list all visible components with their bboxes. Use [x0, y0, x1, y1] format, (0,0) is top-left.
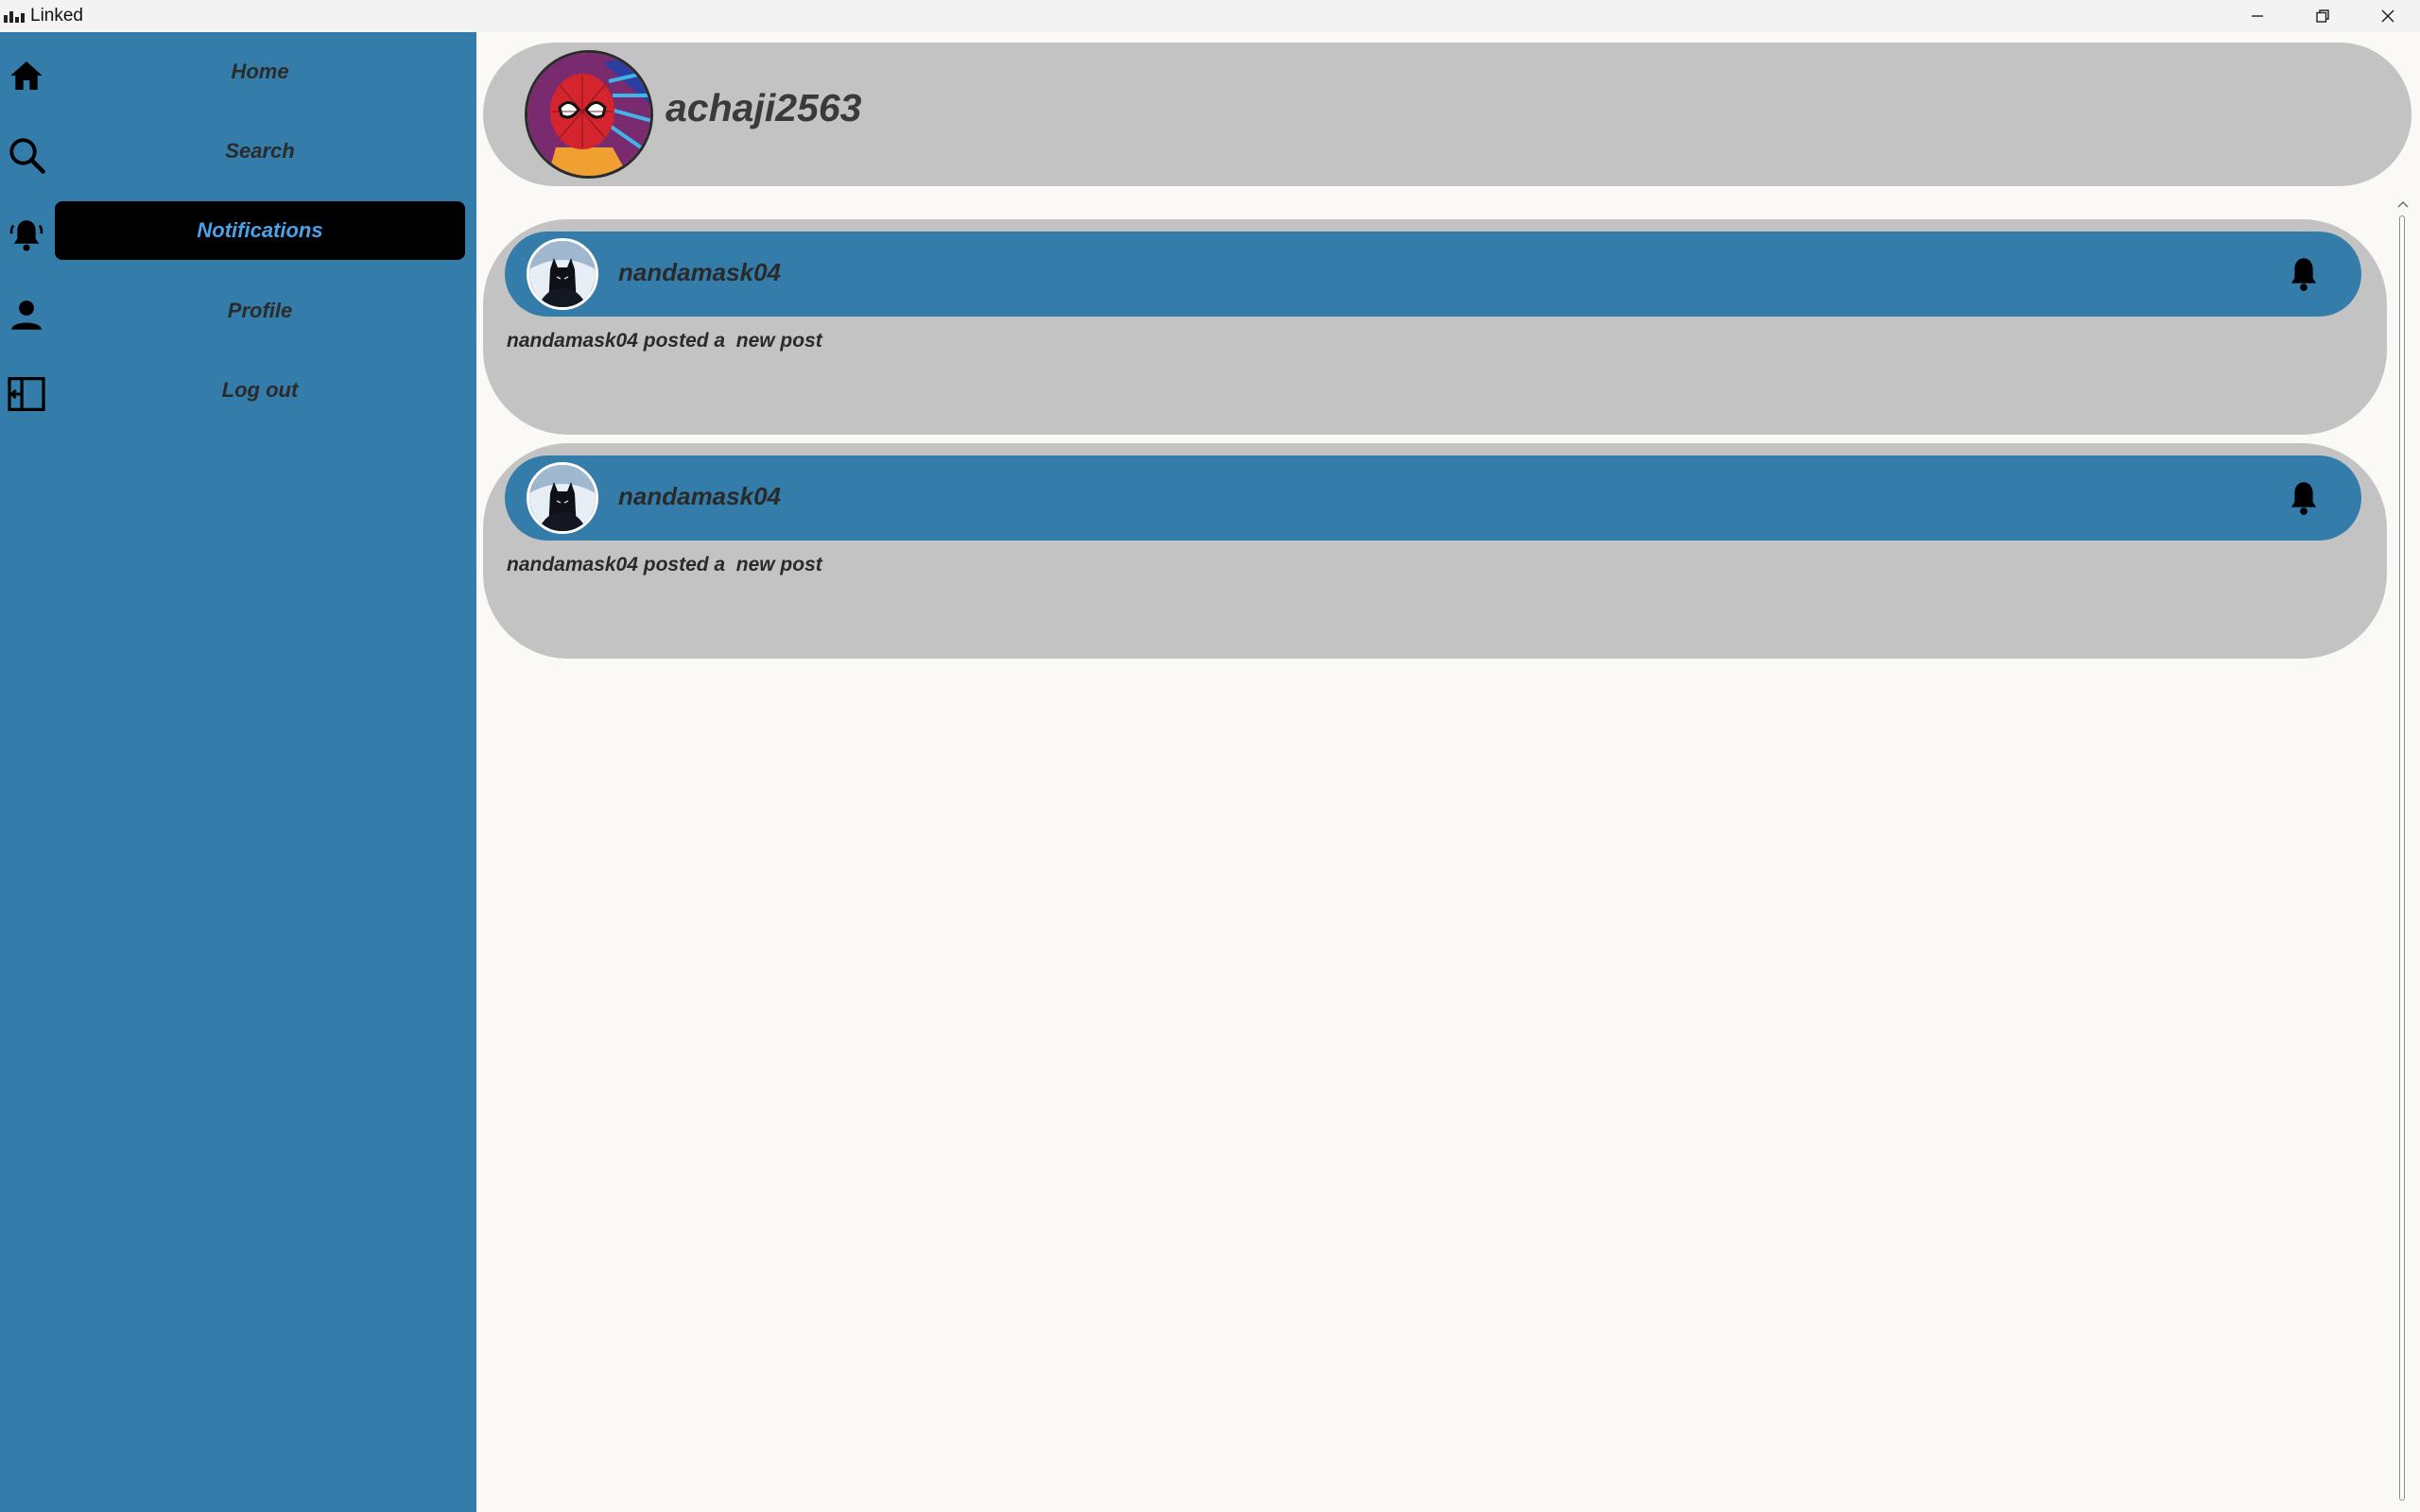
- notification-message: nandamask04 posted a new post: [507, 554, 822, 576]
- app-logo-icon: [4, 9, 25, 23]
- page-title-username: achaji2563: [666, 86, 862, 129]
- sidebar-item-notifications[interactable]: Notifications: [0, 201, 476, 262]
- sidebar-item-label: Home: [231, 60, 289, 83]
- batman-avatar-icon: [529, 465, 596, 531]
- notification-header: nandamask04: [505, 232, 2361, 317]
- sidebar-item-search[interactable]: Search: [0, 121, 476, 181]
- sidebar-item-profile[interactable]: Profile: [0, 281, 476, 341]
- notification-card[interactable]: nandamask04 nandamask04 posted a new pos…: [483, 219, 2387, 435]
- notification-username[interactable]: nandamask04: [618, 258, 781, 287]
- spiderman-avatar-icon: [527, 53, 650, 176]
- notification-bell-icon: [6, 215, 47, 256]
- avatar[interactable]: [527, 462, 598, 534]
- scrollbar-thumb[interactable]: [2399, 215, 2405, 1501]
- minimize-icon: [2251, 15, 2263, 17]
- logout-icon: [6, 373, 47, 415]
- home-icon: [6, 55, 47, 96]
- close-button[interactable]: [2355, 0, 2420, 32]
- batman-avatar-icon: [529, 241, 596, 307]
- bell-icon[interactable]: [2284, 478, 2324, 518]
- person-icon: [6, 294, 47, 335]
- title-bar: Linked: [0, 0, 2420, 32]
- sidebar: Home Search Notifications Profile Log ou…: [0, 32, 476, 1512]
- sidebar-item-home[interactable]: Home: [0, 42, 476, 102]
- sidebar-item-logout[interactable]: Log out: [0, 360, 476, 421]
- search-icon: [6, 134, 47, 176]
- window-title: Linked: [30, 6, 83, 26]
- sidebar-item-label: Profile: [227, 299, 293, 322]
- profile-header: achaji2563: [483, 43, 2411, 186]
- notification-card[interactable]: nandamask04 nandamask04 posted a new pos…: [483, 443, 2387, 659]
- vertical-scrollbar[interactable]: [2394, 195, 2412, 1512]
- avatar[interactable]: [525, 50, 653, 179]
- sidebar-item-label: Log out: [221, 378, 299, 402]
- notification-message: nandamask04 posted a new post: [507, 330, 822, 352]
- sidebar-item-label: Search: [225, 139, 295, 163]
- scroll-up-icon[interactable]: [2397, 198, 2409, 210]
- sidebar-item-label: Notifications: [55, 201, 465, 260]
- bell-icon[interactable]: [2284, 254, 2324, 294]
- avatar[interactable]: [527, 238, 598, 310]
- notification-header: nandamask04: [505, 455, 2361, 541]
- notification-username[interactable]: nandamask04: [618, 482, 781, 511]
- restore-icon: [2315, 9, 2329, 23]
- restore-button[interactable]: [2290, 0, 2355, 32]
- minimize-button[interactable]: [2224, 0, 2290, 32]
- close-icon: [2380, 9, 2394, 23]
